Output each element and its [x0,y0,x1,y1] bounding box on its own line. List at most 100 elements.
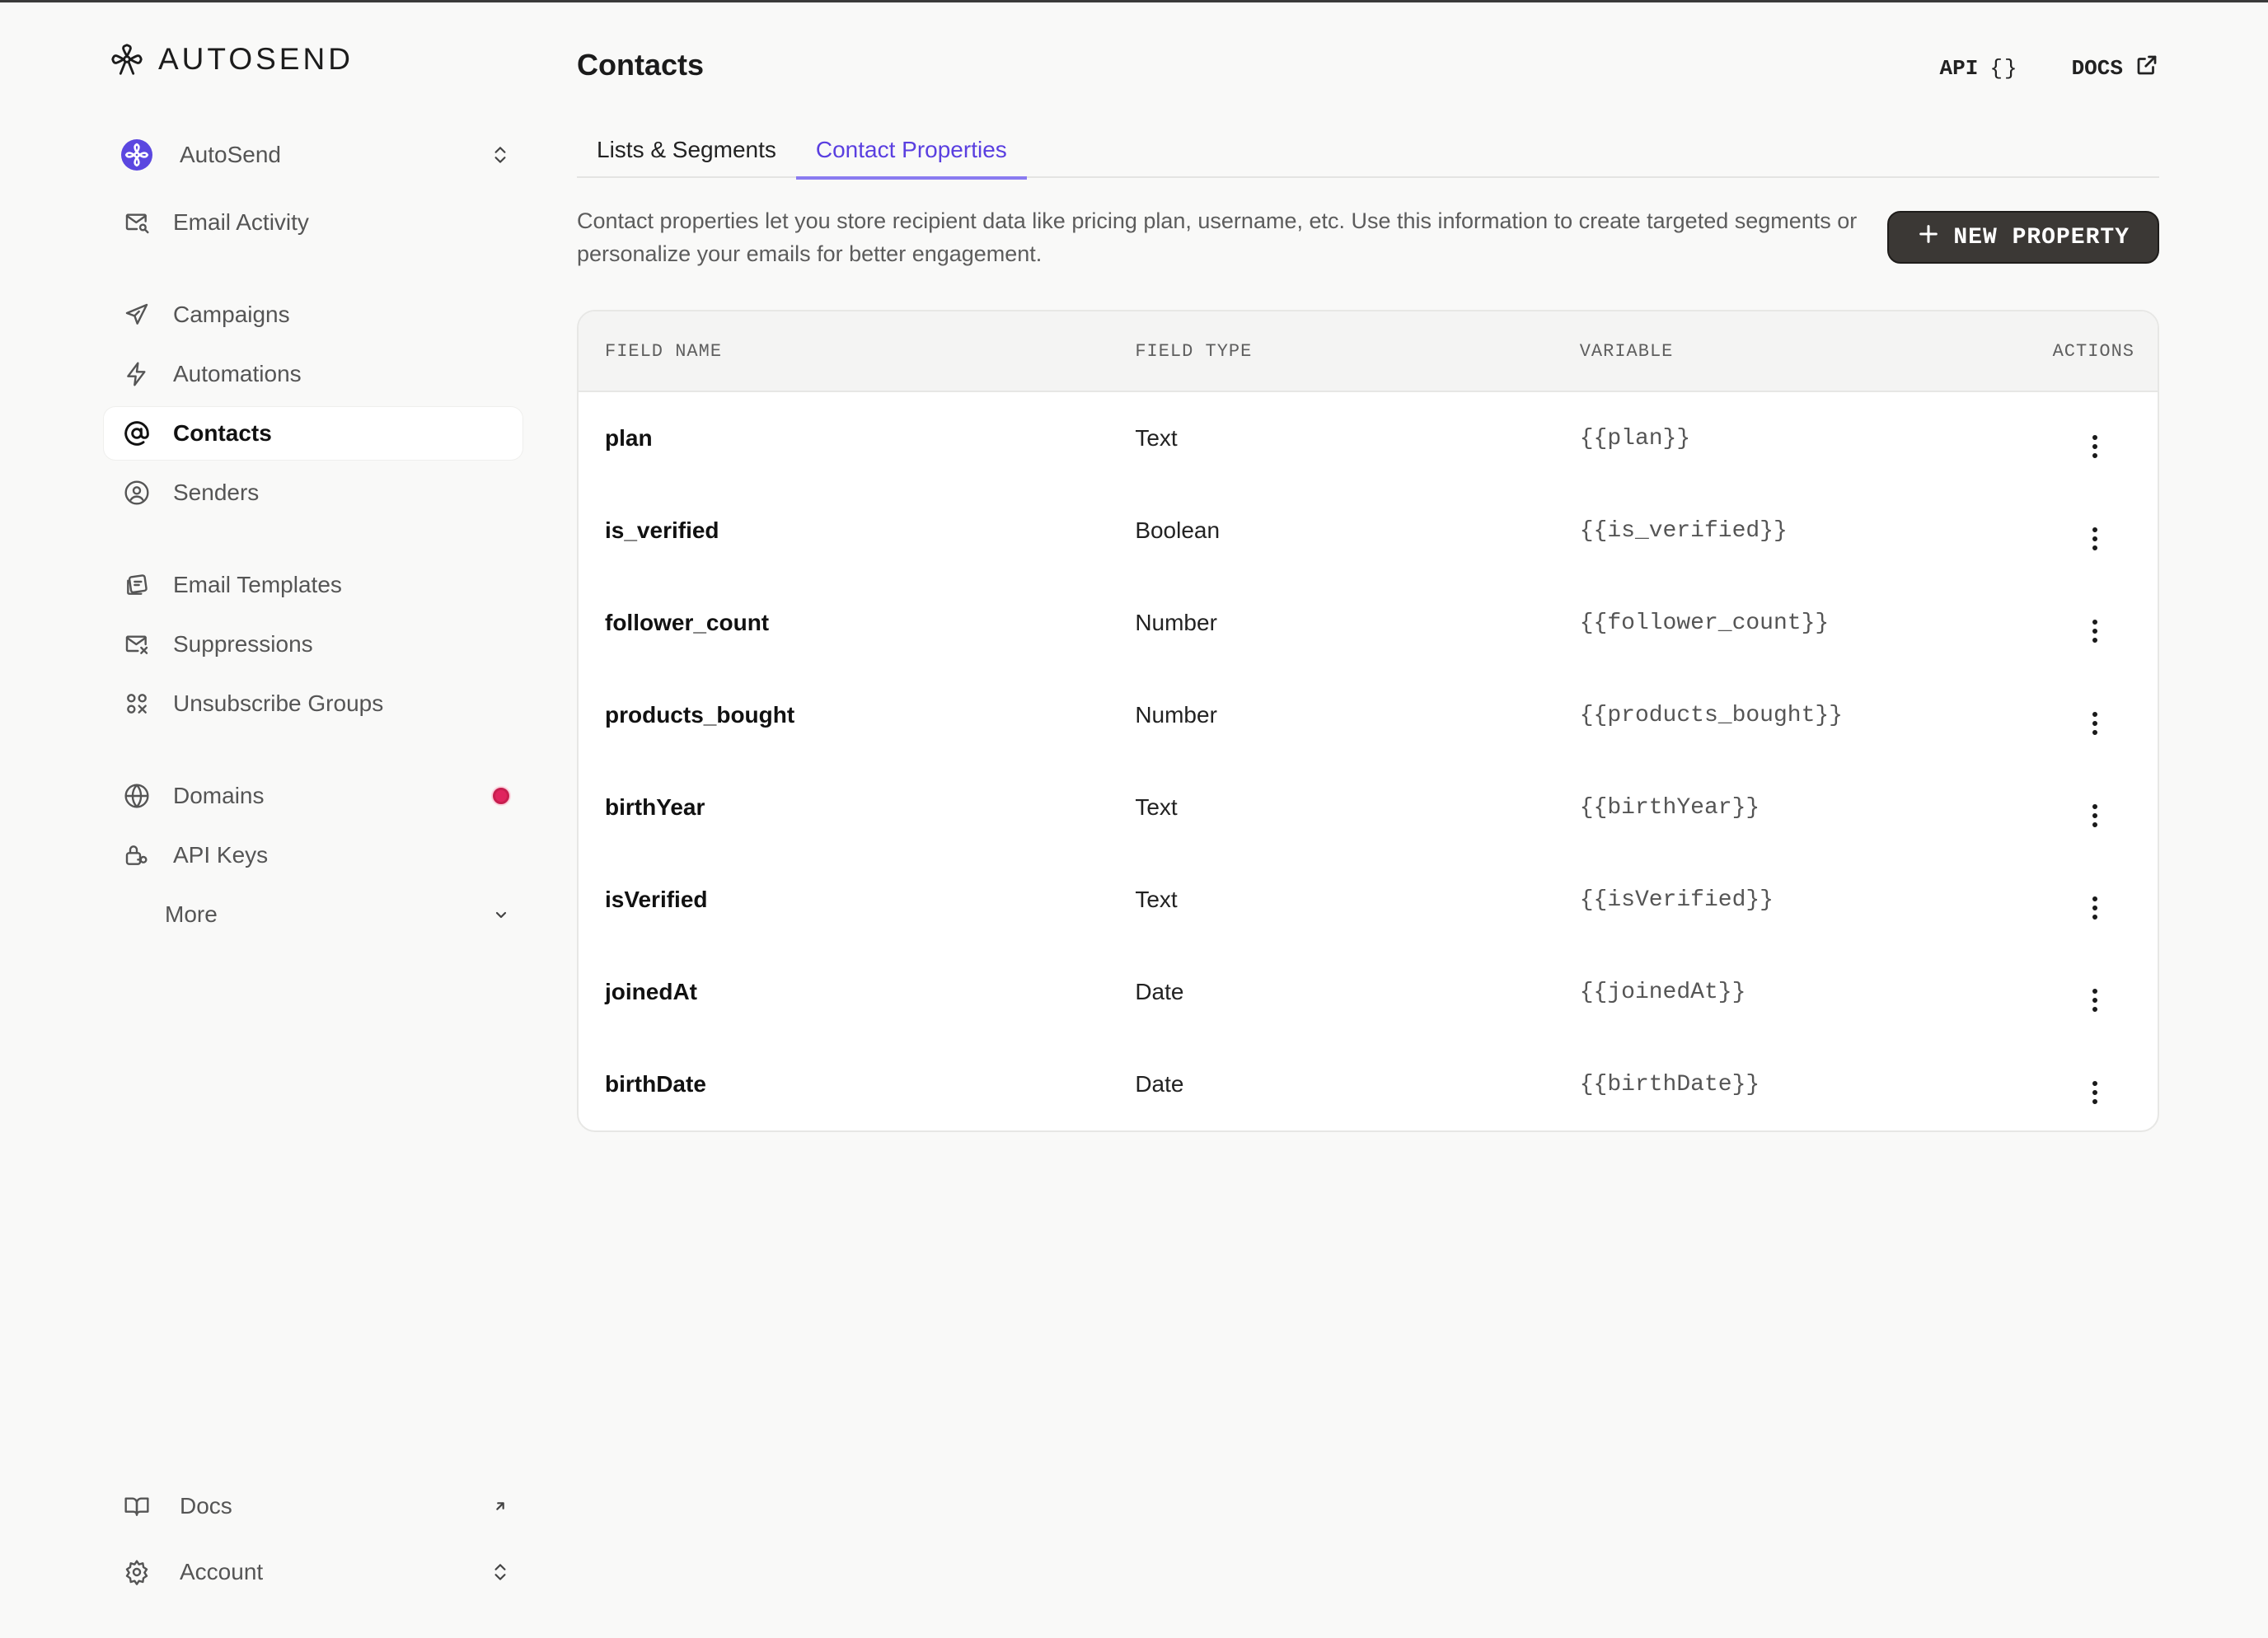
variable-cell: {{is_verified}} [1579,517,1788,544]
tab-lists-segments[interactable]: Lists & Segments [577,122,796,178]
table-row[interactable]: joinedAt Date {{joinedAt}} [579,946,2158,1038]
user-circle-icon [110,480,163,506]
table-header: FIELD NAME FIELD TYPE VARIABLE ACTIONS [579,311,2158,392]
sidebar-item-senders[interactable]: Senders [104,466,522,519]
more-vertical-icon[interactable] [2092,526,2098,550]
field-type-cell: Number [1135,610,1217,635]
field-name-cell: joinedAt [605,979,697,1004]
brand-logo[interactable]: AUTOSEND [107,40,354,79]
field-type-cell: Date [1135,979,1184,1004]
field-name-cell: birthDate [605,1071,706,1097]
contact-properties-table: FIELD NAME FIELD TYPE VARIABLE ACTIONS p… [577,310,2159,1132]
field-name-cell: plan [605,425,653,451]
column-header-field-type: FIELD TYPE [1135,340,1253,362]
workspace-avatar [110,139,163,171]
more-vertical-icon[interactable] [2092,434,2098,458]
arrow-up-right-icon [491,1497,509,1515]
sidebar-item-api-keys[interactable]: API Keys [104,829,522,882]
tab-bar: Lists & Segments Contact Properties [577,122,2159,180]
sidebar-item-unsubscribe-groups[interactable]: Unsubscribe Groups [104,677,522,730]
table-row[interactable]: is_verified Boolean {{is_verified}} [579,484,2158,577]
at-sign-icon [110,420,163,447]
table-row[interactable]: birthYear Text {{birthYear}} [579,761,2158,854]
variable-cell: {{plan}} [1579,425,1691,452]
docs-link-label: DOCS [2071,56,2123,81]
sidebar-item-contacts[interactable]: Contacts [104,407,522,460]
sidebar-item-campaigns[interactable]: Campaigns [104,288,522,341]
tab-contact-properties[interactable]: Contact Properties [795,122,1027,180]
docs-link[interactable]: DOCS [2072,53,2159,84]
api-label: API [1939,56,1979,81]
field-name-cell: is_verified [605,517,719,543]
header-links: API {} DOCS [1940,53,2159,84]
page-title: Contacts [577,48,705,82]
workspace-label: AutoSend [180,142,281,167]
sidebar-item-email-activity[interactable]: Email Activity [104,196,522,249]
table-row[interactable]: birthDate Date {{birthDate}} [579,1038,2158,1130]
page-description: Contact properties let you store recipie… [577,208,1858,266]
book-icon [110,1493,163,1519]
sidebar-item-label: Campaigns [173,302,290,327]
sidebar-item-label: Unsubscribe Groups [173,690,384,716]
sidebar-more-toggle[interactable]: More [104,888,522,941]
mail-search-icon [110,209,163,236]
api-link[interactable]: API {} [1940,53,2019,84]
more-vertical-icon[interactable] [2092,711,2098,735]
template-icon [110,572,163,598]
variable-cell: {{birthYear}} [1579,794,1760,821]
chevron-updown-icon [490,144,511,166]
braces-icon: {} [1989,56,2019,81]
field-name-cell: birthYear [605,794,705,820]
sidebar-item-domains[interactable]: Domains [104,770,522,822]
sidebar-item-label: Senders [173,480,260,505]
variable-cell: {{joinedAt}} [1579,979,1746,1005]
variable-cell: {{birthDate}} [1579,1071,1760,1097]
field-type-cell: Boolean [1135,517,1221,543]
sidebar-item-email-templates[interactable]: Email Templates [104,559,522,611]
autosend-logo-icon [107,40,147,79]
paper-plane-icon [110,302,163,328]
sidebar: AUTOSEND AutoSend Email Activity Campaig… [0,0,544,1638]
mail-x-icon [110,631,163,658]
field-type-cell: Text [1135,425,1178,451]
field-type-cell: Text [1135,794,1178,820]
new-property-button[interactable]: NEW PROPERTY [1887,211,2159,264]
sidebar-item-label: Email Activity [173,209,309,235]
table-row[interactable]: products_bought Number {{products_bought… [579,669,2158,761]
sidebar-footer-account[interactable]: Account [104,1546,522,1598]
sidebar-item-label: API Keys [173,842,269,868]
more-vertical-icon[interactable] [2092,619,2098,643]
table-row[interactable]: plan Text {{plan}} [579,392,2158,484]
external-link-icon [2134,53,2159,84]
sidebar-item-label: Contacts [173,420,272,446]
field-name-cell: follower_count [605,610,770,635]
sidebar-item-label: Suppressions [173,631,313,657]
table-row[interactable]: isVerified Text {{isVerified}} [579,854,2158,946]
brand-name: AUTOSEND [158,42,354,76]
more-vertical-icon[interactable] [2092,1080,2098,1104]
more-vertical-icon[interactable] [2092,896,2098,920]
more-label: More [165,901,218,927]
sidebar-footer-docs[interactable]: Docs [104,1480,522,1533]
key-lock-icon [110,842,163,868]
sidebar-item-label: Automations [173,361,302,386]
variable-cell: {{follower_count}} [1579,610,1830,636]
gear-icon [110,1559,163,1585]
table-row[interactable]: follower_count Number {{follower_count}} [579,577,2158,669]
workspace-switcher[interactable]: AutoSend [104,129,522,181]
sidebar-item-suppressions[interactable]: Suppressions [104,618,522,671]
more-vertical-icon[interactable] [2092,803,2098,827]
column-header-field-name: FIELD NAME [605,340,723,362]
account-label: Account [180,1559,264,1584]
chevron-updown-icon [490,1561,511,1583]
sidebar-item-automations[interactable]: Automations [104,348,522,400]
field-type-cell: Date [1135,1071,1184,1097]
field-name-cell: products_bought [605,702,795,728]
variable-cell: {{products_bought}} [1579,702,1843,728]
domain-alert-dot [493,788,509,804]
chevron-down-icon [491,905,511,924]
sidebar-item-label: Domains [173,783,265,808]
column-header-actions: ACTIONS [2052,340,2135,362]
more-vertical-icon[interactable] [2092,988,2098,1012]
new-property-label: NEW PROPERTY [1953,224,2130,250]
